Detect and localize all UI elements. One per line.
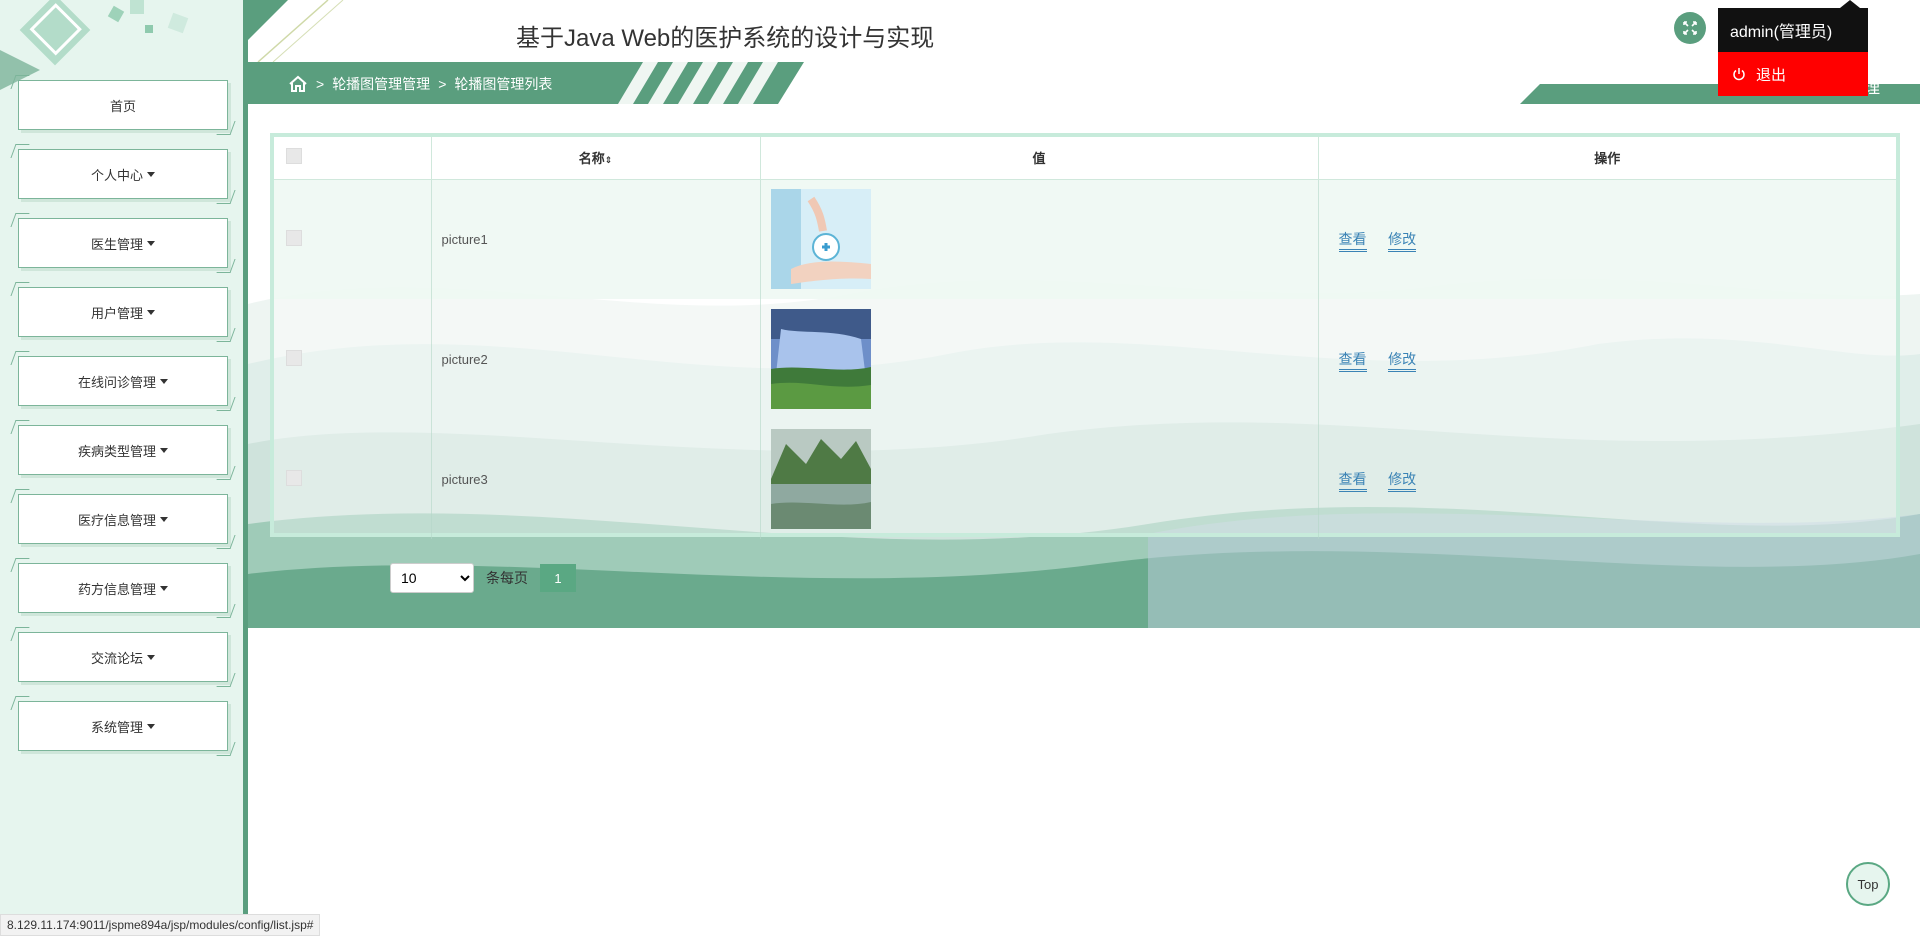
row-select-cell	[274, 299, 432, 419]
sidebar-item-medical-info[interactable]: 医疗信息管理	[10, 489, 236, 549]
sidebar-item-disease-type[interactable]: 疾病类型管理	[10, 420, 236, 480]
logout-label: 退出	[1756, 66, 1787, 84]
row-checkbox[interactable]	[286, 469, 302, 486]
breadcrumb-separator: >	[438, 76, 447, 92]
header: 基于Java Web的医护系统的设计与实现 > 轮播图管理管理 > 轮播图管理列…	[248, 0, 1920, 104]
row-actions: 查看 修改	[1318, 179, 1896, 299]
table-row: picture2 查看 修改	[274, 299, 1896, 419]
column-name-label: 名称	[578, 151, 605, 167]
edit-button[interactable]: 修改	[1388, 231, 1417, 253]
home-icon[interactable]	[288, 75, 308, 93]
header-decoration	[248, 0, 344, 62]
sidebar-item-label: 个人中心	[90, 167, 143, 183]
row-actions: 查看 修改	[1318, 419, 1896, 539]
row-value	[760, 179, 1319, 299]
sidebar-item-user-management[interactable]: 用户管理	[10, 282, 236, 342]
breadcrumb-item-carousel-management[interactable]: 轮播图管理管理	[332, 74, 430, 94]
logout-button[interactable]: 退出	[1718, 52, 1868, 96]
column-name[interactable]: 名称⇕	[431, 137, 761, 180]
sidebar-item-forum[interactable]: 交流论坛	[10, 627, 236, 687]
caret-down-icon	[160, 585, 168, 591]
column-actions: 操作	[1318, 137, 1896, 180]
status-bar-url: 8.129.11.174:9011/jspme894a/jsp/modules/…	[0, 914, 321, 936]
sidebar-item-label: 医生管理	[90, 236, 143, 252]
select-all-checkbox[interactable]	[286, 148, 302, 165]
caret-down-icon	[160, 378, 168, 384]
edit-button[interactable]: 修改	[1388, 471, 1417, 492]
pagination: 10 条每页 1	[390, 563, 576, 593]
caret-down-icon	[147, 654, 155, 660]
table-row: picture1 查看 修改	[274, 179, 1896, 299]
sort-icon[interactable]: ⇕	[605, 155, 613, 165]
row-value	[760, 419, 1319, 539]
view-button[interactable]: 查看	[1338, 231, 1367, 253]
sidebar-item-label: 在线问诊管理	[77, 374, 156, 390]
mountain-lake-landscape[interactable]	[770, 429, 871, 529]
caret-down-icon	[160, 447, 168, 453]
sidebar-item-label: 系统管理	[90, 719, 143, 735]
view-button[interactable]: 查看	[1338, 471, 1367, 492]
row-checkbox[interactable]	[286, 229, 302, 246]
caret-down-icon	[160, 516, 168, 522]
user-name[interactable]: admin(管理员)	[1718, 8, 1868, 52]
row-actions: 查看 修改	[1318, 299, 1896, 419]
sidebar-item-label: 交流论坛	[90, 650, 143, 666]
sidebar-item-label: 药方信息管理	[77, 581, 156, 597]
sidebar-item-online-consultation[interactable]: 在线问诊管理	[10, 351, 236, 411]
row-name: picture2	[431, 299, 761, 419]
waterfall-landscape[interactable]	[770, 309, 871, 409]
table-row: picture3 查看 修改	[274, 419, 1896, 539]
caret-down-icon	[147, 309, 155, 315]
sidebar-decoration	[0, 0, 189, 90]
sidebar-item-label: 疾病类型管理	[77, 443, 156, 459]
row-name: picture3	[431, 419, 761, 539]
row-checkbox[interactable]	[286, 349, 302, 366]
view-button[interactable]: 查看	[1338, 351, 1367, 372]
user-dropdown: admin(管理员) 退出	[1718, 8, 1868, 96]
dropdown-arrow	[1840, 0, 1860, 8]
breadcrumb: > 轮播图管理管理 > 轮播图管理列表	[288, 74, 552, 94]
hand-holding-medical-icon[interactable]	[770, 189, 871, 290]
column-value: 值	[760, 137, 1319, 180]
row-select-cell	[274, 179, 432, 299]
back-to-top-button[interactable]: Top	[1846, 862, 1890, 906]
row-select-cell	[274, 419, 432, 539]
row-name: picture1	[431, 179, 761, 299]
row-value	[760, 299, 1319, 419]
carousel-table: 名称⇕ 值 操作 picture1 查看 修改 picture2 查看 修改 p…	[270, 133, 1900, 539]
breadcrumb-separator: >	[316, 76, 325, 92]
page-button-1[interactable]: 1	[540, 564, 576, 592]
select-all-cell	[274, 137, 432, 180]
expand-icon	[1683, 21, 1697, 35]
caret-down-icon	[147, 171, 155, 177]
table-header-row: 名称⇕ 值 操作	[274, 137, 1896, 180]
caret-down-icon	[147, 723, 155, 729]
fullscreen-button[interactable]	[1674, 12, 1706, 44]
sidebar-item-label: 医疗信息管理	[77, 512, 156, 528]
page-size-select[interactable]: 10	[390, 563, 474, 593]
sidebar-item-personal-center[interactable]: 个人中心	[10, 144, 236, 204]
site-title: 基于Java Web的医护系统的设计与实现	[516, 25, 935, 52]
edit-button[interactable]: 修改	[1388, 351, 1417, 372]
power-icon	[1733, 68, 1745, 81]
sidebar-item-doctor-management[interactable]: 医生管理	[10, 213, 236, 273]
per-page-label: 条每页	[486, 570, 528, 586]
breadcrumb-item-carousel-list: 轮播图管理列表	[454, 76, 553, 92]
sidebar-item-label: 用户管理	[90, 305, 143, 321]
sidebar-item-label: 首页	[109, 98, 136, 114]
sidebar-item-system-management[interactable]: 系统管理	[10, 696, 236, 756]
caret-down-icon	[147, 240, 155, 246]
sidebar-item-prescription-info[interactable]: 药方信息管理	[10, 558, 236, 618]
sidebar: 首页 个人中心 医生管理 用户管理 在线问诊管理 疾病类型管理 医疗信息管理 药…	[0, 0, 248, 936]
sidebar-item-home[interactable]: 首页	[10, 75, 236, 135]
